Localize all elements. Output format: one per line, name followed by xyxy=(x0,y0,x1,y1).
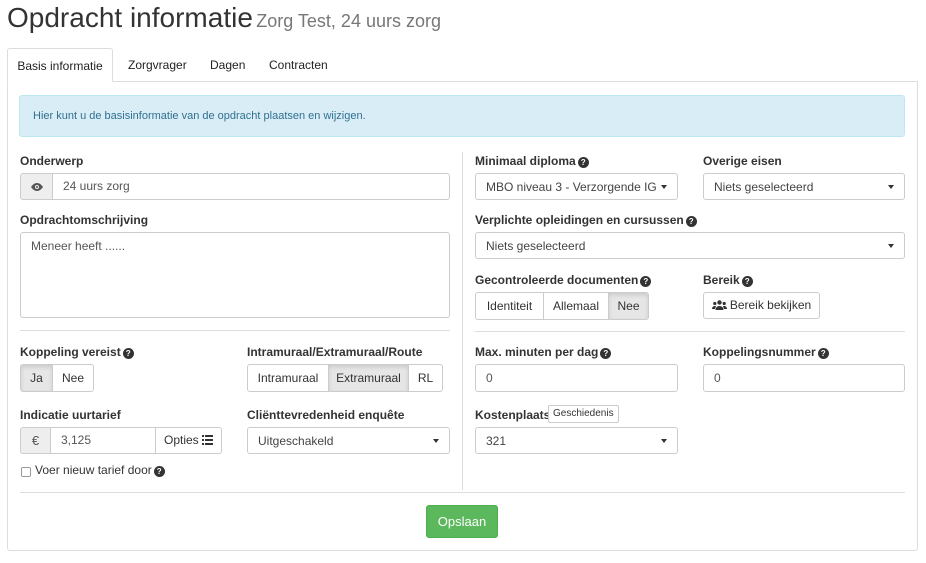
opleidingen-label: Verplichte opleidingen en cursussen? xyxy=(475,213,697,227)
koppeling-toggle: Ja Nee xyxy=(20,364,94,392)
rl-button[interactable]: RL xyxy=(409,365,442,391)
omschrijving-textarea[interactable]: Meneer heeft ...... xyxy=(20,232,450,318)
opties-button[interactable]: Opties xyxy=(155,427,222,454)
caret-down-icon xyxy=(661,185,667,189)
info-alert: Hier kunt u de basisinformatie van de op… xyxy=(19,95,905,137)
question-icon[interactable]: ? xyxy=(817,348,829,359)
page-title-main: Opdracht informatie xyxy=(7,2,253,33)
intramuraal-button[interactable]: Intramuraal xyxy=(248,365,329,391)
onderwerp-label: Onderwerp xyxy=(20,154,84,168)
caret-down-icon xyxy=(661,439,667,443)
question-icon[interactable]: ? xyxy=(640,276,652,287)
extramuraal-button[interactable]: Extramuraal xyxy=(329,365,409,391)
bereik-label-text: Bereik xyxy=(703,273,740,287)
right-divider xyxy=(475,331,905,332)
minuten-input[interactable]: 0 xyxy=(475,364,678,392)
tevredenheid-label: Cliënttevredenheid enquête xyxy=(247,408,405,422)
documenten-toggle: Identiteit Allemaal Nee xyxy=(475,292,649,320)
users-icon xyxy=(711,300,727,310)
opties-label: Opties xyxy=(163,433,199,447)
koppeling-label: Koppeling vereist? xyxy=(20,345,134,359)
nieuw-tarief-text: Voer nieuw tarief door xyxy=(35,463,152,477)
kostenplaats-value: 321 xyxy=(486,434,507,448)
koppelingsnummer-input[interactable]: 0 xyxy=(703,364,905,392)
question-icon[interactable]: ? xyxy=(741,276,753,287)
list-icon xyxy=(202,435,214,445)
question-icon[interactable]: ? xyxy=(122,348,134,359)
page: Opdracht informatie Zorg Test, 24 uurs z… xyxy=(0,0,926,563)
diploma-label: Minimaal diploma? xyxy=(475,154,589,168)
kostenplaats-label: Kostenplaats xyxy=(475,408,551,422)
tab-contracten[interactable]: Contracten xyxy=(257,48,340,82)
currency-addon: € xyxy=(20,427,51,454)
allemaal-button[interactable]: Allemaal xyxy=(544,293,609,319)
bereik-button-label: Bereik bekijken xyxy=(729,298,812,312)
caret-down-icon xyxy=(888,185,894,189)
overige-select[interactable]: Niets geselecteerd xyxy=(703,173,905,200)
koppelingsnummer-label: Koppelingsnummer? xyxy=(703,345,829,359)
save-button[interactable]: Opslaan xyxy=(426,505,498,538)
nieuw-tarief-checkbox[interactable] xyxy=(21,467,31,477)
opleidingen-select[interactable]: Niets geselecteerd xyxy=(475,232,905,259)
caret-down-icon xyxy=(433,439,439,443)
omschrijving-label: Opdrachtomschrijving xyxy=(20,213,149,227)
bereik-bekijken-button[interactable]: Bereik bekijken xyxy=(703,292,820,319)
overige-value: Niets geselecteerd xyxy=(714,180,814,194)
question-icon[interactable]: ? xyxy=(685,216,697,227)
uurtarief-input[interactable]: 3,125 xyxy=(50,427,156,454)
opleidingen-value: Niets geselecteerd xyxy=(486,239,586,253)
eye-icon xyxy=(30,183,43,191)
minuten-label-text: Max. minuten per dag xyxy=(475,345,599,359)
onderwerp-input[interactable]: 24 uurs zorg xyxy=(52,173,450,200)
koppeling-nee-button[interactable]: Nee xyxy=(53,365,93,391)
column-divider xyxy=(462,152,463,490)
minuten-label: Max. minuten per dag? xyxy=(475,345,612,359)
uurtarief-label: Indicatie uurtarief xyxy=(20,408,121,422)
nieuw-tarief-label: Voer nieuw tarief door? xyxy=(35,463,165,477)
kostenplaats-select[interactable]: 321 xyxy=(475,427,678,454)
bereik-label: Bereik? xyxy=(703,273,753,287)
diploma-select[interactable]: MBO niveau 3 - Verzorgende IG xyxy=(475,173,678,200)
koppeling-ja-button[interactable]: Ja xyxy=(21,365,53,391)
koppelingsnummer-label-text: Koppelingsnummer xyxy=(703,345,816,359)
tevredenheid-select[interactable]: Uitgeschakeld xyxy=(247,427,450,454)
question-icon[interactable]: ? xyxy=(577,157,589,168)
page-subtitle: Zorg Test, 24 uurs zorg xyxy=(256,11,441,31)
diploma-label-text: Minimaal diploma xyxy=(475,154,576,168)
identiteit-button[interactable]: Identiteit xyxy=(476,293,544,319)
documenten-nee-button[interactable]: Nee xyxy=(609,293,648,319)
question-icon[interactable]: ? xyxy=(153,466,165,477)
tab-dagen[interactable]: Dagen xyxy=(198,48,257,82)
documenten-label-text: Gecontroleerde documenten xyxy=(475,273,639,287)
page-title: Opdracht informatie Zorg Test, 24 uurs z… xyxy=(7,2,441,34)
tab-basis-informatie[interactable]: Basis informatie xyxy=(7,48,113,82)
tevredenheid-value: Uitgeschakeld xyxy=(258,434,334,448)
geschiedenis-button[interactable]: Geschiedenis xyxy=(548,405,619,423)
overige-label: Overige eisen xyxy=(703,154,782,168)
intramuraal-toggle: Intramuraal Extramuraal RL xyxy=(247,364,443,392)
opleidingen-label-text: Verplichte opleidingen en cursussen xyxy=(475,213,684,227)
onderwerp-addon xyxy=(20,173,53,200)
footer-divider xyxy=(20,492,905,493)
diploma-value: MBO niveau 3 - Verzorgende IG xyxy=(486,180,657,194)
tab-zorgvrager[interactable]: Zorgvrager xyxy=(116,48,199,82)
documenten-label: Gecontroleerde documenten? xyxy=(475,273,652,287)
koppeling-label-text: Koppeling vereist xyxy=(20,345,121,359)
question-icon[interactable]: ? xyxy=(600,348,612,359)
intramuraal-label: Intramuraal/Extramuraal/Route xyxy=(247,345,423,359)
caret-down-icon xyxy=(888,244,894,248)
left-divider xyxy=(20,330,450,331)
